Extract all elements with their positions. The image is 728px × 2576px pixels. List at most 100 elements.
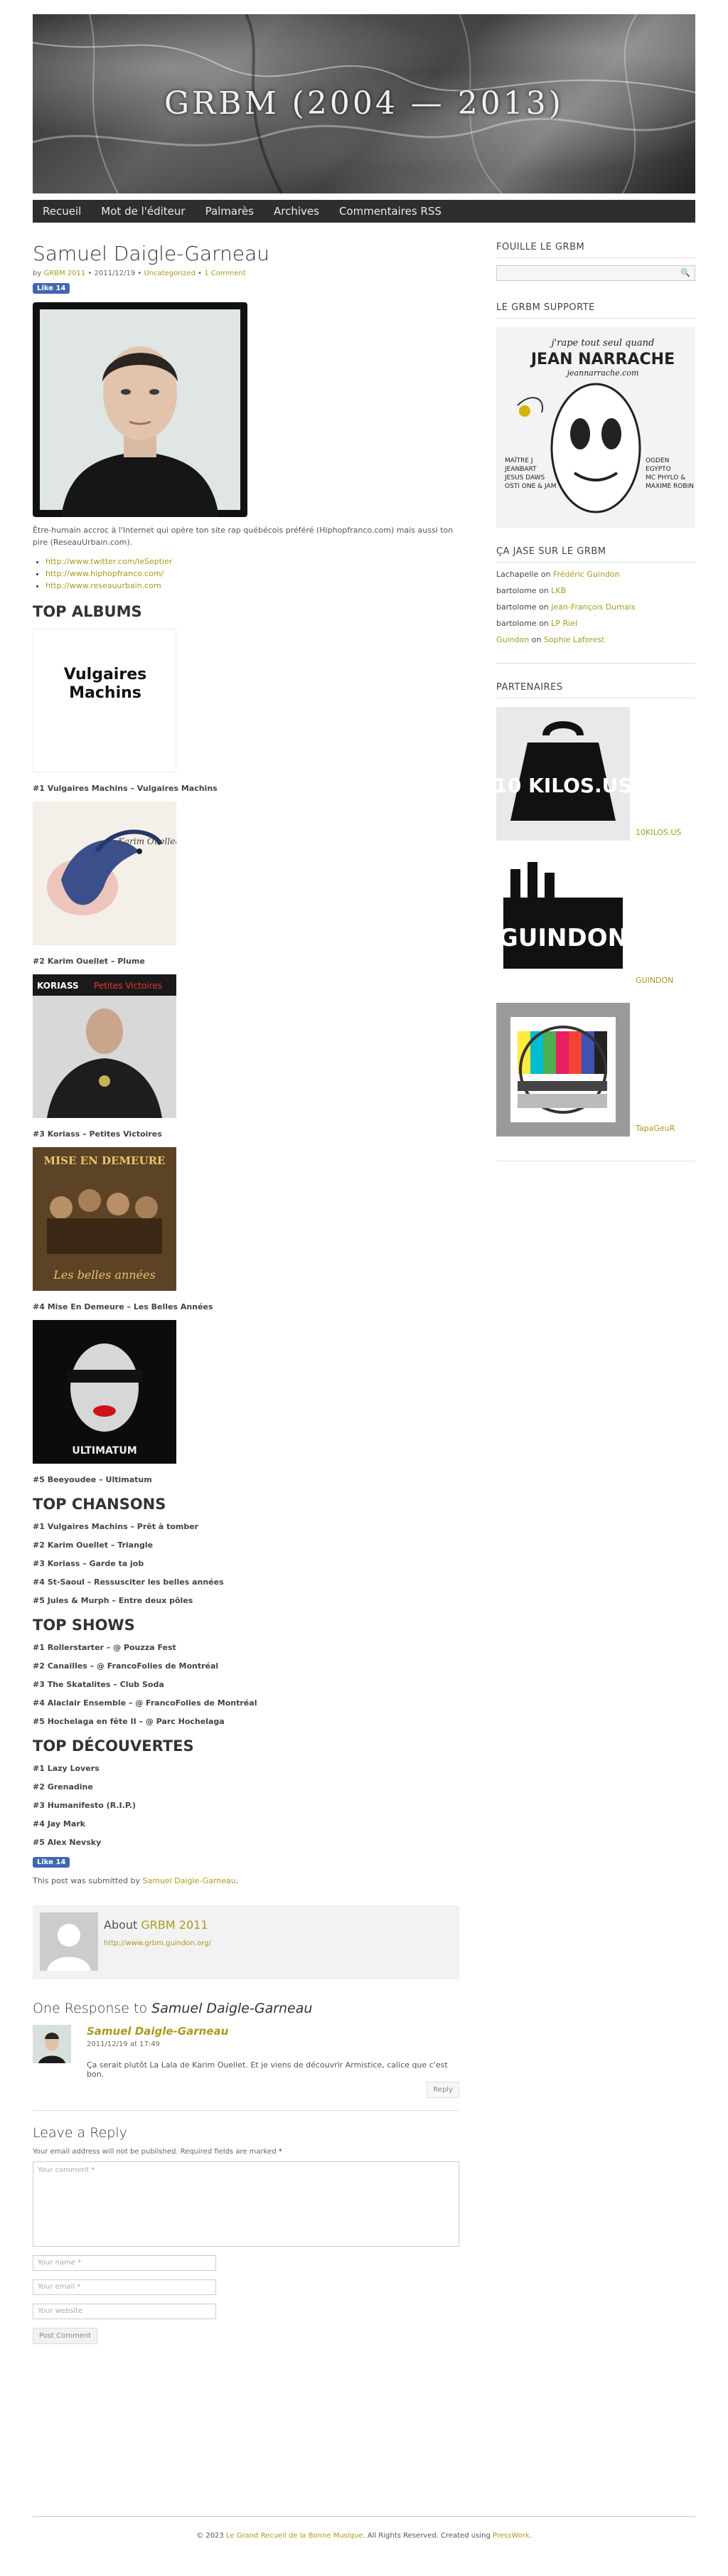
nav-archives[interactable]: Archives (264, 200, 329, 223)
comment-date: 2011/12/19 at 17:49 (87, 2040, 160, 2048)
footer-site-link[interactable]: Le Grand Recueil de la Bonne Musique (226, 2532, 363, 2540)
rc-5-who-link[interactable]: Guindon (496, 635, 529, 644)
partner-10kilos-logo[interactable]: 10 KILOS.US (493, 707, 633, 841)
partner-tapageur-logo[interactable] (496, 1003, 630, 1137)
search-input[interactable]: 🔍 (496, 265, 695, 281)
rc-3-who: bartolome (496, 602, 537, 612)
recent-comment-2: bartolome on LKB (496, 586, 695, 595)
show-5: #5 Hochelaga en fête II – @ Parc Hochela… (33, 1717, 225, 1726)
meta-author-link[interactable]: GRBM 2011 (43, 270, 85, 277)
decouverte-1: #1 Lazy Lovers (33, 1764, 100, 1773)
submitted-author-link[interactable]: Samuel Daigle-Garneau (143, 1876, 236, 1885)
album-art-5-text: ULTIMATUM (72, 1445, 136, 1457)
nav-mot-editeur[interactable]: Mot de l'éditeur (91, 200, 195, 223)
post-comment-button[interactable]: Post Comment (33, 2328, 98, 2344)
submitted-pre: This post was submitted by (33, 1876, 141, 1885)
leave-reply-heading: Leave a Reply (33, 2125, 127, 2141)
partner-tapageur-link[interactable]: TapaGeuR (636, 1124, 675, 1133)
decouverte-3: #3 Humanifesto (R.I.P.) (33, 1801, 136, 1810)
show-1: #1 Rollerstarter – @ Pouzza Fest (33, 1643, 176, 1652)
like-label-bottom: Like 14 (37, 1858, 66, 1866)
chanson-5: #5 Jules & Murph – Entre deux pôles (33, 1596, 193, 1605)
sidebar-divider-1 (496, 663, 695, 664)
author-box-about: About (104, 1918, 138, 1932)
facebook-like-button-bottom[interactable]: Like 14 (33, 1857, 70, 1868)
top-shows-heading: TOP SHOWS (33, 1617, 135, 1634)
partner-guindon-logo[interactable]: GUINDON (496, 855, 630, 989)
rc-1-post-link[interactable]: Frédéric Guindon (553, 570, 620, 579)
support-widget-title: LE GRBM SUPPORTE (496, 302, 695, 319)
reply-button[interactable]: Reply (427, 2082, 459, 2098)
required-note-text: Your email address will not be published… (33, 2148, 277, 2156)
rc-4-who: bartolome (496, 619, 537, 628)
link-hiphopfranco[interactable]: http://www.hiphopfranco.com/ (46, 569, 164, 578)
partner-10kilos[interactable]: 10 KILOS.US 10KILOS.US (493, 707, 695, 846)
jean-left-3: JESUS DAWS (504, 474, 545, 481)
required-star: * (278, 2148, 282, 2156)
rc-5-post-link[interactable]: Sophie Laforest (544, 635, 605, 644)
website-input[interactable]: Your website (33, 2304, 216, 2319)
meta-category-link[interactable]: Uncategorized (144, 270, 195, 277)
top-albums-heading: TOP ALBUMS (33, 603, 142, 620)
main-content: Samuel Daigle-Garneau by GRBM 2011 • 201… (33, 242, 459, 2344)
comment-textarea[interactable]: Your comment * (33, 2161, 459, 2247)
jean-left-1: MAÎTRE J (505, 456, 533, 464)
top-chansons-heading: TOP CHANSONS (33, 1496, 166, 1513)
footer-theme-link[interactable]: PressWork (493, 2532, 530, 2540)
rc-2-post-link[interactable]: LKB (551, 586, 566, 595)
nav-palmares[interactable]: Palmarès (196, 200, 264, 223)
link-reseauurbain[interactable]: http://www.reseauurbain.com (46, 581, 161, 590)
album-art-2: Karim Ouellet Plume (33, 802, 176, 945)
top-decouvertes-heading: TOP DÉCOUVERTES (33, 1737, 194, 1755)
post-meta: by GRBM 2011 • 2011/12/19 • Uncategorize… (33, 270, 459, 277)
site-title[interactable]: GRBM (2004 — 2013) (33, 85, 695, 122)
rc-4-post-link[interactable]: LP Riel (551, 619, 577, 628)
partner-10kilos-link[interactable]: 10KILOS.US (636, 828, 681, 837)
recent-comment-1: Lachapelle on Frédéric Guindon (496, 570, 695, 579)
jean-left-2: JEANBART (504, 466, 537, 473)
search-icon[interactable]: 🔍 (680, 268, 690, 277)
partner-guindon-art: GUINDON (498, 924, 628, 952)
rc-4-on: on (539, 619, 549, 628)
album-caption-1: #1 Vulgaires Machins – Vulgaires Machins (33, 784, 218, 793)
header-banner[interactable]: GRBM (2004 — 2013) (33, 14, 695, 193)
partner-guindon-link[interactable]: GUINDON (636, 976, 673, 985)
nav-commentaires-rss[interactable]: Commentaires RSS (329, 200, 451, 223)
jean-line2: JEAN NARRACHE (530, 351, 675, 368)
partner-guindon[interactable]: GUINDON GUINDON (496, 855, 695, 994)
author-box-name-link[interactable]: GRBM 2011 (141, 1918, 208, 1932)
divider (33, 2110, 459, 2111)
jean-narrache-ad[interactable]: j'rape tout seul quand JEAN NARRACHE jea… (496, 327, 695, 528)
show-4: #4 Alaclair Ensemble – @ FrancoFolies de… (33, 1698, 257, 1708)
author-box: About GRBM 2011 http://www.grbm.guindon.… (33, 1905, 459, 1979)
partner-10kilos-art: 10 KILOS.US (496, 774, 630, 797)
like-label: Like 14 (37, 284, 66, 292)
author-box-url[interactable]: http://www.grbm.guindon.org/ (104, 1939, 211, 1947)
search-widget-title: FOUILLE LE GRBM (496, 242, 695, 258)
meta-separator: • (198, 270, 203, 277)
link-twitter[interactable]: http://www.twitter.com/leSeptier (46, 557, 172, 566)
rc-3-post-link[interactable]: Jean-François Dumais (551, 602, 635, 612)
author-links: http://www.twitter.com/leSeptier http://… (33, 555, 459, 592)
author-portrait (33, 302, 247, 517)
album-art-4-text-b: Les belles années (53, 1268, 155, 1282)
partner-tapageur[interactable]: TapaGeuR (496, 1003, 695, 1142)
main-nav: Recueil Mot de l'éditeur Palmarès Archiv… (33, 200, 695, 223)
facebook-like-button[interactable]: Like 14 (33, 283, 70, 294)
album-caption-5: #5 Beeyoudee – Ultimatum (33, 1475, 152, 1484)
comment-author-link[interactable]: Samuel Daigle-Garneau (87, 2025, 228, 2038)
decouverte-2: #2 Grenadine (33, 1782, 93, 1792)
name-input[interactable]: Your name * (33, 2255, 216, 2271)
jean-right-3: MC PHYLO & (646, 474, 685, 481)
responses-heading-title: Samuel Daigle-Garneau (151, 2001, 313, 2016)
meta-comment-link[interactable]: 1 Comment (204, 270, 246, 277)
album-art-1: Vulgaires Machins (33, 629, 176, 772)
email-input[interactable]: Your email * (33, 2279, 216, 2295)
comment-text: Ça serait plutôt La Lala de Karim Ouelle… (87, 2060, 448, 2079)
jean-line1: j'rape tout seul quand (550, 338, 655, 348)
responses-heading: One Response to Samuel Daigle-Garneau (33, 2001, 459, 2016)
sidebar: FOUILLE LE GRBM 🔍 LE GRBM SUPPORTE j'rap… (493, 242, 695, 1161)
album-caption-4: #4 Mise En Demeure – Les Belles Années (33, 1302, 213, 1311)
rc-5-on: on (531, 635, 542, 644)
nav-recueil[interactable]: Recueil (33, 200, 91, 223)
